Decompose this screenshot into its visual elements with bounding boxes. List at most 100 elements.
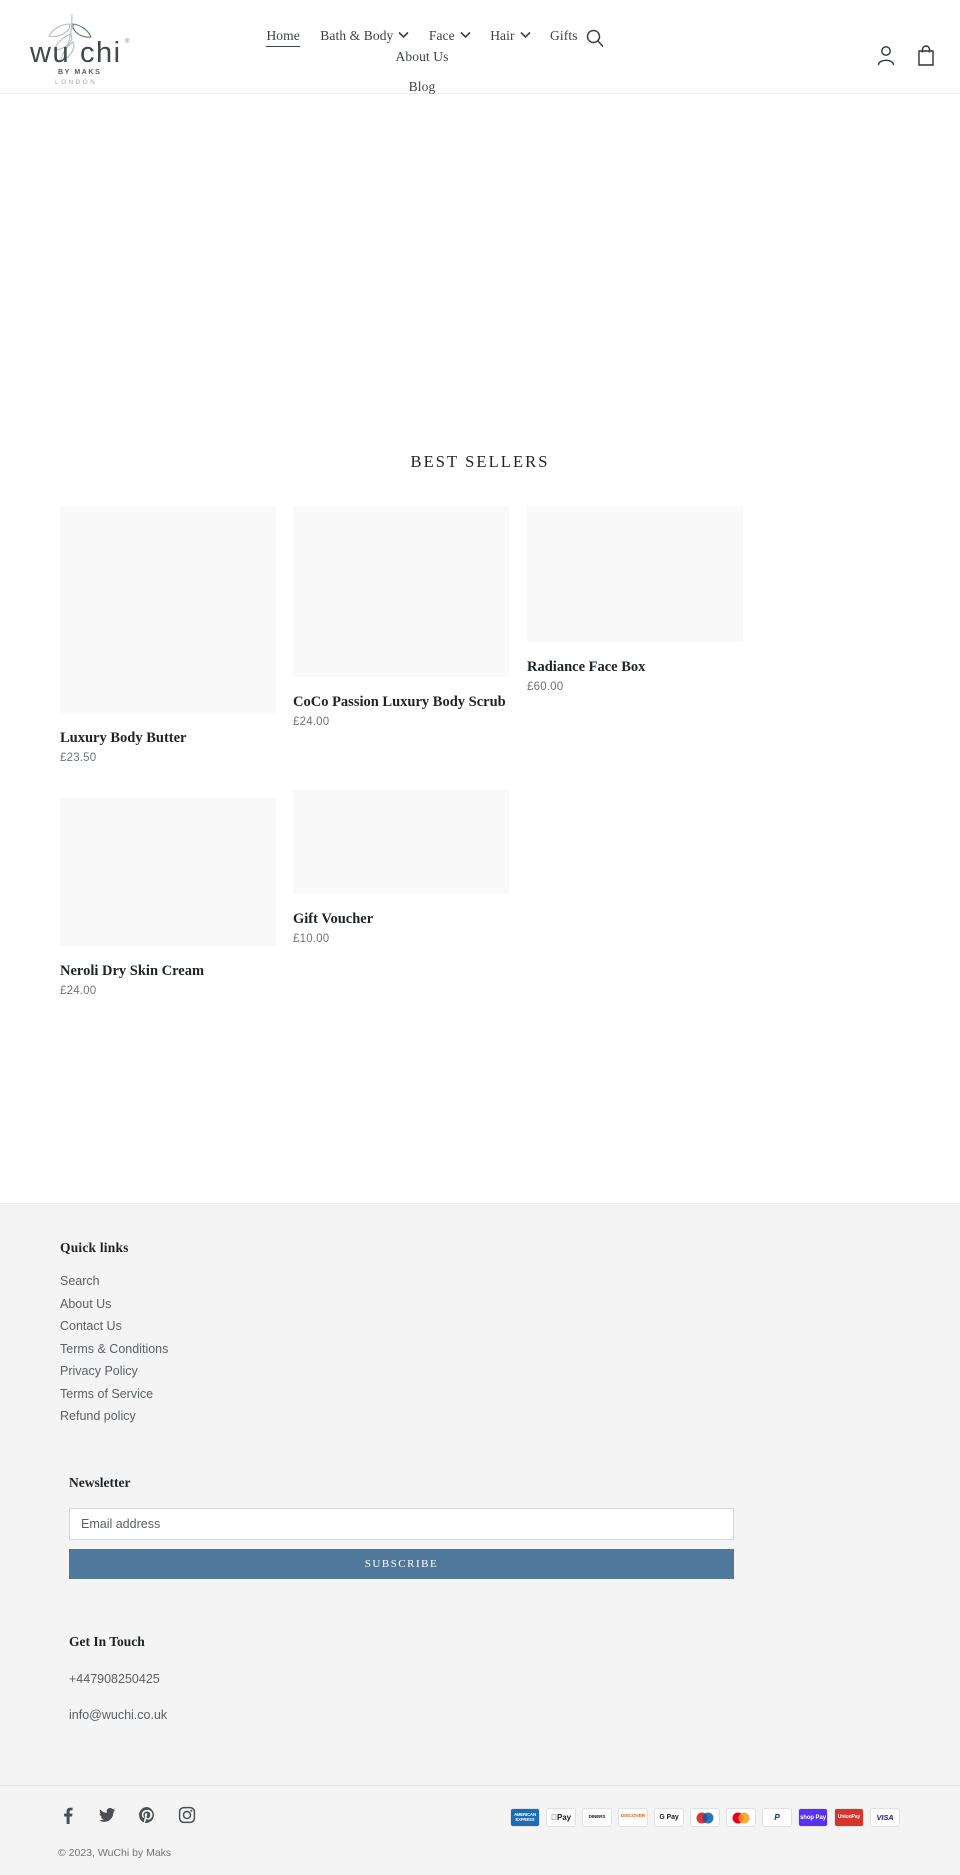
payment-icon-mastercard [726, 1808, 756, 1827]
product-title: Gift Voucher [293, 911, 374, 928]
footer-link-about-us[interactable]: About Us [60, 1293, 900, 1316]
quick-links-heading: Quick links [60, 1240, 129, 1255]
svg-text:chi: chi [80, 37, 122, 69]
get-in-touch-section: Get In Touch +447908250425 info@wuchi.co… [69, 1634, 900, 1722]
payment-icon-american-express: AMERICAN EXPRESS [510, 1808, 540, 1827]
nav-item-gifts[interactable]: Gifts [550, 26, 578, 45]
payment-icon-apple-pay: Pay [546, 1808, 576, 1827]
payment-icon-discover: DISCOVER [618, 1808, 648, 1827]
nav-row-secondary: Blog [222, 77, 622, 96]
site-header: wu chi ® BY MAKS LONDON Home Bath & Body… [0, 0, 960, 94]
payment-icon-maestro [690, 1808, 720, 1827]
nav-label: Face [428, 28, 455, 43]
payment-label: AMERICAN EXPRESS [514, 1812, 536, 1822]
payment-label: VISA [876, 1812, 894, 1822]
svg-text:®: ® [125, 38, 130, 45]
footer-link-search[interactable]: Search [60, 1270, 900, 1293]
newsletter-section: Newsletter SUBSCRIBE [60, 1475, 900, 1579]
product-title: CoCo Passion Luxury Body Scrub [293, 694, 506, 710]
payment-icon-google-pay: G Pay [654, 1808, 684, 1827]
footer-link-refund-policy[interactable]: Refund policy [60, 1405, 900, 1428]
product-price: £24.00 [60, 985, 97, 998]
product-column-1: Luxury Body Butter £23.50 Neroli Dry Ski… [60, 506, 276, 997]
nav-label: Gifts [550, 28, 578, 43]
payment-label: Pay [554, 1812, 571, 1822]
product-title: Neroli Dry Skin Cream [60, 963, 205, 980]
chevron-down-icon [520, 31, 531, 41]
product-title: Luxury Body Butter [60, 730, 187, 746]
payment-label: DINERS [588, 1814, 606, 1820]
product-image [60, 798, 276, 947]
svg-text:BY MAKS: BY MAKS [58, 69, 101, 76]
twitter-icon[interactable] [98, 1806, 116, 1824]
product-price: £60.00 [527, 681, 564, 694]
nav-label: Bath & Body [320, 28, 394, 43]
product-column-3: Radiance Face Box £60.00 [527, 506, 743, 693]
product-price: £23.50 [60, 752, 97, 765]
payment-icon-paypal: P [762, 1808, 792, 1827]
social-links [58, 1806, 196, 1824]
product-price: £10.00 [293, 933, 330, 946]
page-title: BEST SELLERS [410, 452, 550, 471]
product-image [293, 790, 509, 895]
payment-icon-shop-pay: shop Pay [798, 1808, 828, 1827]
footer-link-contact-us[interactable]: Contact Us [60, 1315, 900, 1338]
payment-icon-union-pay: UnionPay [834, 1808, 864, 1827]
search-icon[interactable] [585, 28, 605, 48]
footer-link-terms-of-service[interactable]: Terms of Service [60, 1383, 900, 1406]
quick-links-list: Search About Us Contact Us Terms & Condi… [60, 1270, 900, 1428]
nav-item-bath-and-body[interactable]: Bath & Body [320, 26, 409, 45]
nav-item-hair[interactable]: Hair [490, 26, 531, 45]
payment-label: shop Pay [800, 1814, 826, 1821]
nav-label: Home [266, 28, 300, 43]
instagram-icon[interactable] [178, 1806, 196, 1824]
product-image [60, 506, 276, 713]
product-card[interactable]: CoCo Passion Luxury Body Scrub £24.00 [293, 506, 509, 728]
product-card[interactable]: Radiance Face Box £60.00 [527, 506, 743, 693]
account-icon[interactable] [876, 44, 898, 68]
email-field[interactable] [69, 1507, 734, 1540]
payment-label: G Pay [659, 1814, 679, 1821]
nav-item-about-us[interactable]: About Us [396, 47, 449, 66]
payment-label: P [774, 1812, 780, 1823]
payment-label: DISCOVER [620, 1814, 646, 1820]
get-in-touch-heading: Get In Touch [69, 1633, 145, 1649]
newsletter-heading: Newsletter [69, 1474, 131, 1490]
pinterest-icon[interactable] [138, 1806, 156, 1824]
nav-label: Hair [490, 28, 515, 43]
cart-icon[interactable] [916, 44, 938, 68]
product-card[interactable]: Luxury Body Butter £23.50 [60, 506, 276, 764]
nav-label: About Us [395, 49, 449, 64]
contact-phone[interactable]: +447908250425 [69, 1672, 900, 1686]
payment-label: UnionPay [837, 1814, 861, 1820]
header-actions [876, 44, 938, 68]
product-column-2: CoCo Passion Luxury Body Scrub £24.00 Gi… [293, 506, 509, 945]
chevron-down-icon [460, 31, 471, 41]
svg-text:LONDON: LONDON [55, 79, 97, 86]
facebook-icon[interactable] [58, 1806, 76, 1824]
product-image [527, 506, 743, 642]
product-card[interactable]: Neroli Dry Skin Cream £24.00 [60, 798, 276, 997]
site-footer: Quick links Search About Us Contact Us T… [0, 1203, 960, 1875]
product-card[interactable]: Gift Voucher £10.00 [293, 790, 509, 945]
logo-graphic: wu chi ® BY MAKS LONDON [29, 13, 130, 86]
chevron-down-icon [398, 31, 409, 41]
subscribe-button[interactable]: SUBSCRIBE [69, 1548, 734, 1579]
payment-icon-visa: VISA [870, 1808, 900, 1827]
contact-email[interactable]: info@wuchi.co.uk [69, 1708, 900, 1722]
main-navigation: Home Bath & Body Face Hair Gifts About U… [222, 26, 622, 96]
nav-item-face[interactable]: Face [428, 26, 471, 45]
footer-link-terms-and-conditions[interactable]: Terms & Conditions [60, 1338, 900, 1361]
payment-methods: AMERICAN EXPRESS Pay DINERS DISCOVER G … [510, 1808, 900, 1827]
nav-label: Blog [408, 79, 436, 94]
svg-text:wu: wu [29, 37, 70, 69]
site-logo[interactable]: wu chi ® BY MAKS LONDON [28, 10, 148, 88]
footer-content: Quick links Search About Us Contact Us T… [0, 1204, 960, 1722]
hero-banner [0, 94, 960, 444]
footer-link-privacy-policy[interactable]: Privacy Policy [60, 1360, 900, 1383]
product-title: Radiance Face Box [527, 659, 646, 675]
product-grid: Luxury Body Butter £23.50 Neroli Dry Ski… [0, 506, 960, 1046]
footer-bottom-bar: AMERICAN EXPRESS Pay DINERS DISCOVER G … [0, 1785, 960, 1875]
nav-item-home[interactable]: Home [266, 26, 300, 47]
nav-item-blog[interactable]: Blog [409, 77, 436, 96]
